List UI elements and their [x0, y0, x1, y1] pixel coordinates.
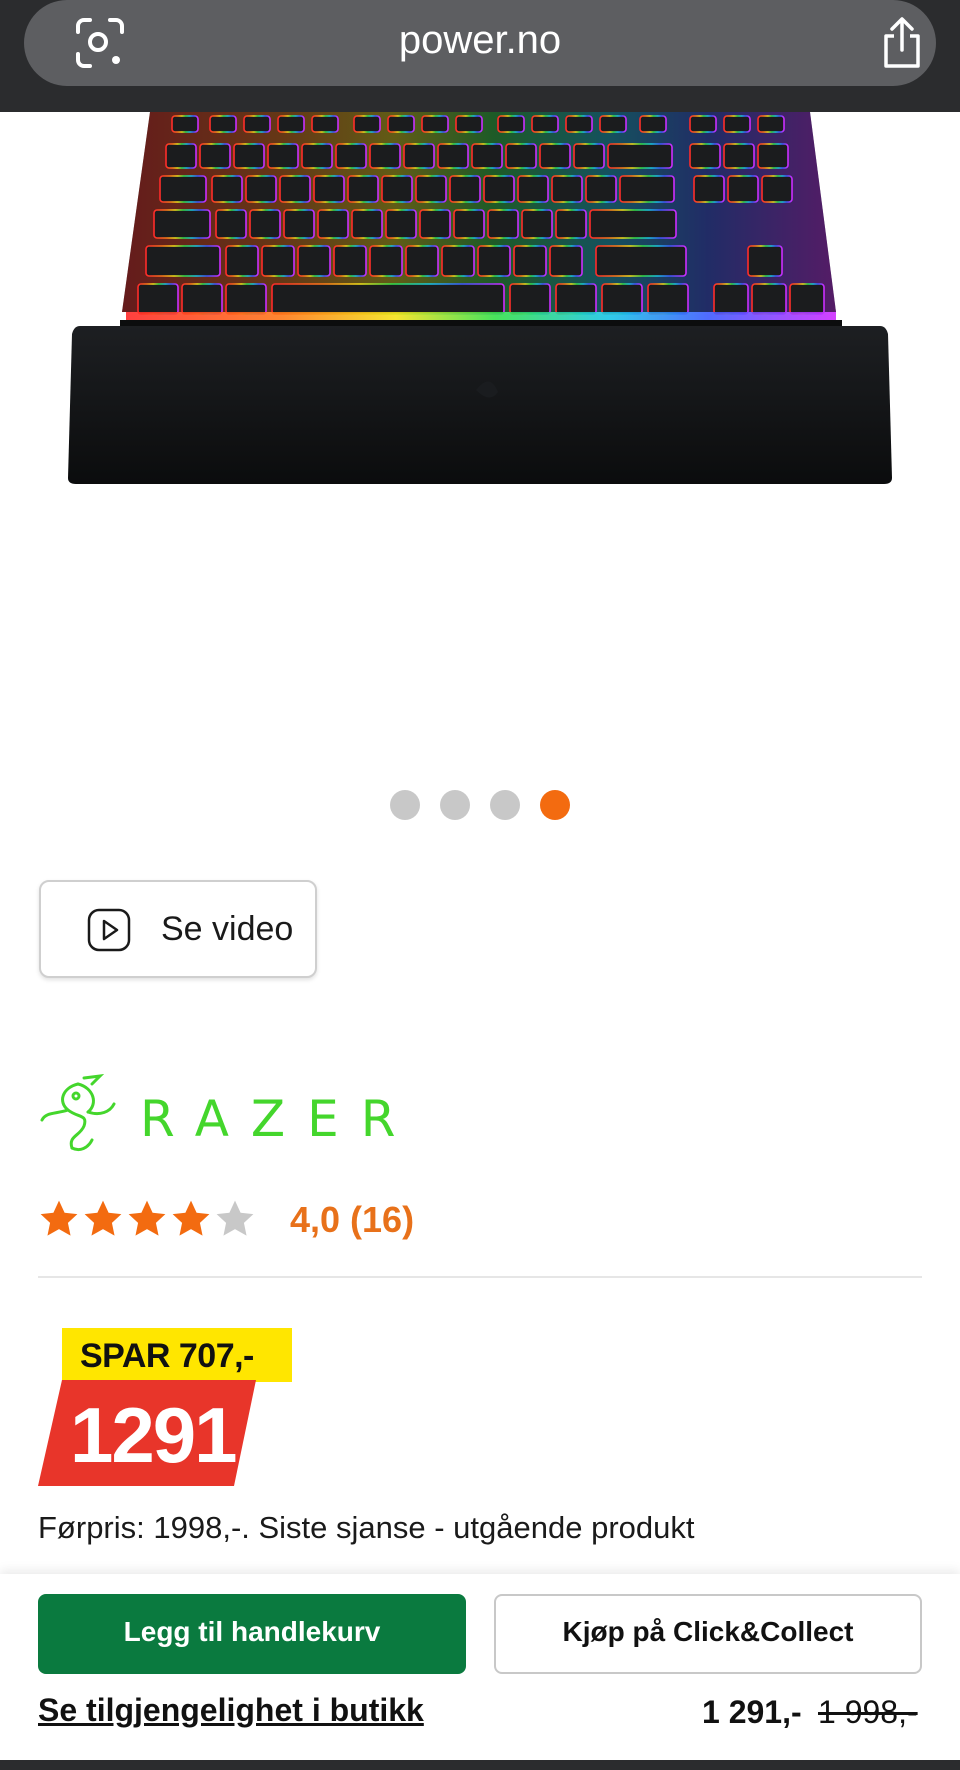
star-empty-icon: [216, 1200, 254, 1236]
see-video-label: Se video: [161, 910, 294, 948]
address-bar[interactable]: power.no: [24, 0, 936, 86]
carousel-dot[interactable]: [390, 790, 420, 820]
star-filled-icon: [128, 1200, 166, 1236]
carousel-dot[interactable]: [440, 790, 470, 820]
sticky-old-price: 1 998,-: [818, 1694, 918, 1730]
carousel-dot-active[interactable]: [540, 790, 570, 820]
star-filled-icon: [40, 1200, 78, 1236]
rating-summary[interactable]: 4,0 (16): [290, 1199, 414, 1241]
divider: [38, 1276, 922, 1278]
bottom-edge: [0, 1760, 960, 1770]
brand-name[interactable]: RAZER: [140, 1090, 418, 1148]
click-and-collect-button[interactable]: Kjøp på Click&Collect: [494, 1594, 922, 1674]
play-icon: [87, 908, 131, 952]
savings-badge: SPAR 707,-: [62, 1328, 292, 1382]
sticky-current-price: 1 291,-: [702, 1694, 802, 1730]
carousel-dots: [390, 790, 570, 820]
star-filled-icon: [84, 1200, 122, 1236]
savings-label: SPAR 707,-: [80, 1337, 254, 1375]
product-image[interactable]: [0, 111, 960, 752]
carousel-dot[interactable]: [490, 790, 520, 820]
star-filled-icon: [172, 1200, 210, 1236]
click-and-collect-label: Kjøp på Click&Collect: [562, 1616, 854, 1647]
browser-toolbar: power.no: [0, 0, 960, 112]
add-to-cart-button[interactable]: Legg til handlekurv: [38, 1594, 466, 1674]
add-to-cart-label: Legg til handlekurv: [123, 1616, 381, 1647]
current-price: 1291: [70, 1391, 238, 1479]
sticky-purchase-bar: Legg til handlekurv Kjøp på Click&Collec…: [0, 1574, 960, 1770]
razer-snake-logo[interactable]: [38, 1074, 118, 1156]
store-availability-link[interactable]: Se tilgjengelighet i butikk: [38, 1692, 424, 1729]
url-text[interactable]: power.no: [24, 18, 936, 63]
share-icon[interactable]: [880, 16, 924, 70]
previous-price-note: Førpris: 1998,-. Siste sjanse - utgående…: [38, 1510, 695, 1545]
keyboard-illustration: [68, 111, 892, 484]
see-video-button[interactable]: Se video: [39, 880, 317, 978]
rating-stars[interactable]: [38, 1198, 268, 1242]
